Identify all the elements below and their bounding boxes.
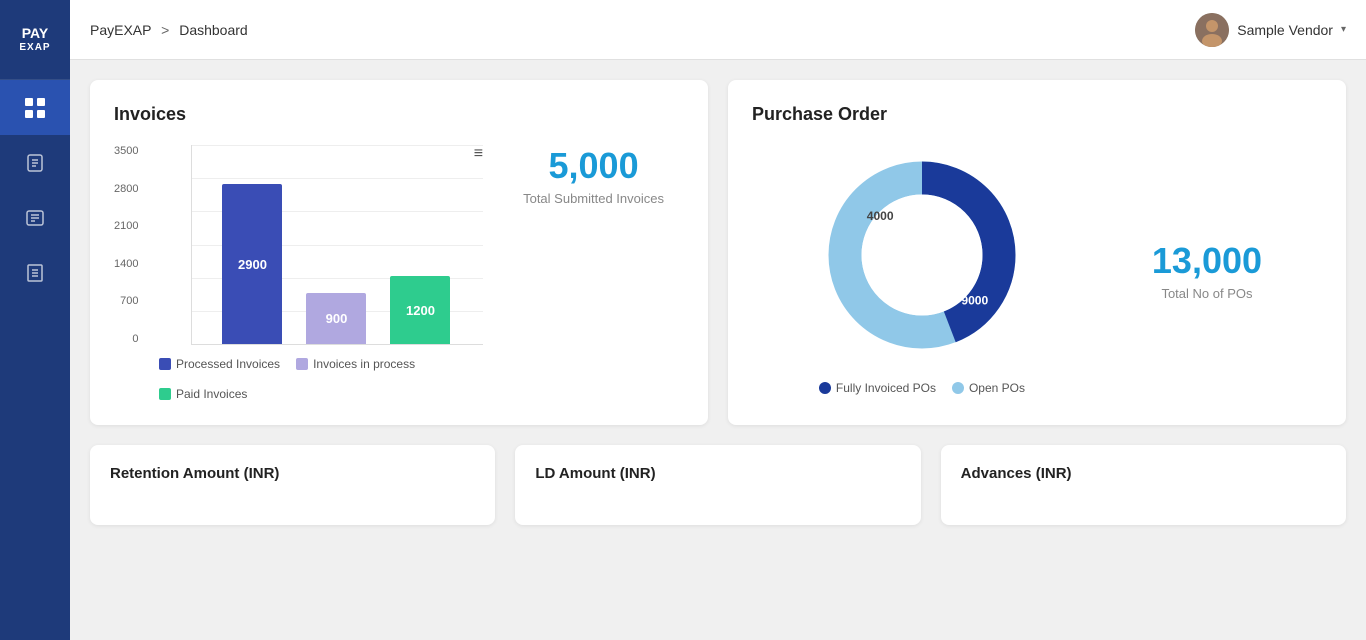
po-legend: Fully Invoiced POs Open POs: [812, 381, 1032, 395]
y-label-700: 700: [114, 295, 138, 307]
legend-paid: Paid Invoices: [159, 387, 247, 401]
y-label-1400: 1400: [114, 258, 138, 270]
top-cards-row: Invoices ≡ 3500 2800 2100 1400 700: [90, 80, 1346, 425]
svg-text:4000: 4000: [867, 209, 894, 223]
total-invoices-number: 5,000: [549, 145, 639, 187]
avatar: [1195, 13, 1229, 47]
bar-chart-area: ≡ 3500 2800 2100 1400 700 0: [114, 145, 483, 401]
sidebar-item-po[interactable]: [0, 190, 70, 245]
sidebar-item-invoices[interactable]: [0, 135, 70, 190]
po-card-title: Purchase Order: [752, 104, 1322, 125]
legend-open-pos: Open POs: [952, 381, 1025, 395]
user-menu[interactable]: Sample Vendor ▾: [1195, 13, 1346, 47]
total-po-label: Total No of POs: [1161, 286, 1252, 301]
y-axis: 3500 2800 2100 1400 700 0: [114, 145, 138, 345]
invoice-summary: 5,000 Total Submitted Invoices: [503, 145, 684, 206]
bar-inprocess-label: 900: [326, 311, 348, 326]
y-label-2800: 2800: [114, 183, 138, 195]
bar-chart-legend: Processed Invoices Invoices in process P…: [159, 357, 483, 401]
brand-link[interactable]: PayEXAP: [90, 22, 151, 38]
donut-wrapper: 4000 9000: [812, 145, 1032, 365]
po-summary: 13,000 Total No of POs: [1152, 240, 1262, 301]
sidebar: PAY EXAP: [0, 0, 70, 640]
total-invoices-label: Total Submitted Invoices: [523, 191, 664, 206]
legend-open-pos-dot: [952, 382, 964, 394]
legend-paid-label: Paid Invoices: [176, 387, 247, 401]
legend-open-pos-label: Open POs: [969, 381, 1025, 395]
header: PayEXAP > Dashboard Sample Vendor ▾: [70, 0, 1366, 60]
legend-fully-invoiced-dot: [819, 382, 831, 394]
reports-icon: [25, 263, 45, 283]
chart-canvas: 2900 900: [191, 145, 483, 345]
legend-fully-invoiced-label: Fully Invoiced POs: [836, 381, 936, 395]
content-area: Invoices ≡ 3500 2800 2100 1400 700: [70, 60, 1366, 640]
sidebar-item-dashboard[interactable]: [0, 80, 70, 135]
chart-container: ≡ 3500 2800 2100 1400 700 0: [114, 145, 684, 401]
donut-chart-container: 4000 9000 Fully Invoiced POs: [812, 145, 1032, 395]
y-label-0: 0: [114, 333, 138, 345]
dashboard-icon: [24, 97, 46, 119]
y-label-3500: 3500: [114, 145, 138, 157]
retention-title: Retention Amount (INR): [110, 465, 475, 482]
po-card: Purchase Order: [728, 80, 1346, 425]
logo-area: PAY EXAP: [0, 0, 70, 80]
legend-inprocess: Invoices in process: [296, 357, 415, 371]
po-content: 4000 9000 Fully Invoiced POs: [752, 145, 1322, 395]
main-wrapper: PayEXAP > Dashboard Sample Vendor ▾ Invo…: [70, 0, 1366, 640]
bar-processed-label: 2900: [238, 257, 267, 272]
legend-inprocess-dot: [296, 358, 308, 370]
ld-title: LD Amount (INR): [535, 465, 900, 482]
bottom-cards-row: Retention Amount (INR) LD Amount (INR) A…: [90, 445, 1346, 525]
total-po-number: 13,000: [1152, 240, 1262, 282]
logo: PAY EXAP: [19, 25, 50, 54]
breadcrumb-separator: >: [161, 22, 169, 38]
po-icon: [25, 208, 45, 228]
user-dropdown-arrow[interactable]: ▾: [1341, 24, 1346, 35]
legend-processed-label: Processed Invoices: [176, 357, 280, 371]
retention-amount-card: Retention Amount (INR): [90, 445, 495, 525]
advances-title: Advances (INR): [961, 465, 1326, 482]
bar-processed: 2900: [222, 184, 282, 344]
bar-inprocess: 900: [306, 293, 366, 344]
advances-card: Advances (INR): [941, 445, 1346, 525]
ld-amount-card: LD Amount (INR): [515, 445, 920, 525]
current-page: Dashboard: [179, 22, 248, 38]
legend-inprocess-label: Invoices in process: [313, 357, 415, 371]
breadcrumb: PayEXAP > Dashboard: [90, 22, 248, 38]
username: Sample Vendor: [1237, 22, 1333, 38]
legend-paid-dot: [159, 388, 171, 400]
donut-svg: 4000 9000: [812, 145, 1032, 365]
bar-paid: 1200: [390, 276, 450, 344]
legend-processed: Processed Invoices: [159, 357, 280, 371]
svg-text:9000: 9000: [961, 294, 988, 308]
invoices-card: Invoices ≡ 3500 2800 2100 1400 700: [90, 80, 708, 425]
invoices-card-title: Invoices: [114, 104, 684, 125]
legend-processed-dot: [159, 358, 171, 370]
legend-fully-invoiced: Fully Invoiced POs: [819, 381, 936, 395]
sidebar-item-reports[interactable]: [0, 245, 70, 300]
invoice-icon: [25, 153, 45, 173]
bar-paid-label: 1200: [406, 303, 435, 318]
y-label-2100: 2100: [114, 220, 138, 232]
